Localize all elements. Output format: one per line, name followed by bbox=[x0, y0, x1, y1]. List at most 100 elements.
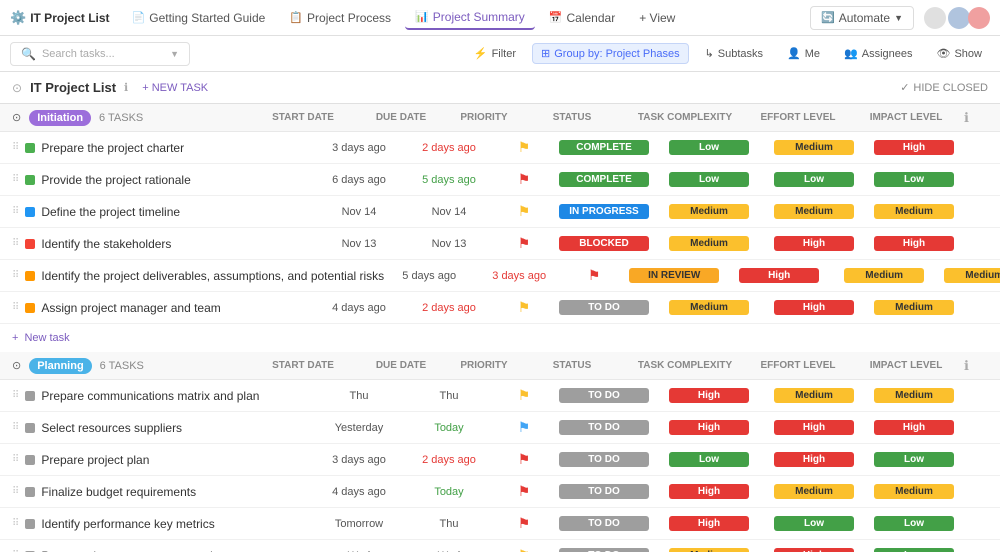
task-impact: Low bbox=[864, 172, 964, 187]
status-badge: BLOCKED bbox=[559, 236, 649, 251]
user-avatar-3[interactable] bbox=[968, 7, 990, 29]
task-label: Select resources suppliers bbox=[41, 421, 182, 435]
task-start-date: 4 days ago bbox=[314, 302, 404, 314]
task-name: ⠿ Prepare communications matrix and plan bbox=[12, 389, 314, 403]
status-badge: IN REVIEW bbox=[629, 268, 719, 283]
effort-badge: High bbox=[774, 548, 854, 552]
task-complexity: Medium bbox=[654, 204, 764, 219]
collapse-icon[interactable]: ⊙ bbox=[12, 81, 22, 95]
plus-icon: + bbox=[12, 332, 18, 344]
task-start-date: Thu bbox=[314, 390, 404, 402]
task-name: ⠿ Assign project manager and team bbox=[12, 301, 314, 315]
task-impact: Medium bbox=[864, 484, 964, 499]
tab-calendar[interactable]: 📅 Calendar bbox=[539, 7, 625, 29]
table-row[interactable]: ⠿ Identify performance key metrics Tomor… bbox=[0, 508, 1000, 540]
task-due-date: Today bbox=[404, 486, 494, 498]
tab-project-summary[interactable]: 📊 Project Summary bbox=[405, 6, 535, 30]
task-effort: Medium bbox=[764, 140, 864, 155]
task-color-dot bbox=[25, 175, 35, 185]
hide-closed-button[interactable]: ✓ HIDE CLOSED bbox=[900, 81, 988, 94]
new-task-row-initiation[interactable]: + New task bbox=[0, 324, 1000, 352]
table-row[interactable]: ⠿ Assign project manager and team 4 days… bbox=[0, 292, 1000, 324]
new-task-label: New task bbox=[24, 332, 69, 344]
effort-badge: High bbox=[774, 452, 854, 467]
task-label: Prepare project plan bbox=[41, 453, 149, 467]
phase-header-initiation: ⊙ Initiation 6 TASKS START DATE DUE DATE… bbox=[0, 104, 1000, 132]
me-button[interactable]: 👤 Me bbox=[779, 44, 828, 63]
impact-badge: Low bbox=[874, 516, 954, 531]
task-effort: High bbox=[764, 300, 864, 315]
filter-icon: ⚡ bbox=[474, 47, 488, 60]
show-button[interactable]: 👁 Show bbox=[929, 44, 991, 63]
phase-status-label: STATUS bbox=[522, 112, 622, 123]
impact-badge: High bbox=[874, 420, 954, 435]
user-avatar-2[interactable] bbox=[948, 7, 970, 29]
task-name: ⠿ Prepare the project charter bbox=[12, 141, 314, 155]
task-start-date: Nov 13 bbox=[314, 238, 404, 250]
task-due-date: 3 days ago bbox=[474, 270, 564, 282]
task-label: Identify the project deliverables, assum… bbox=[41, 269, 384, 283]
table-row[interactable]: ⠿ Define the project timeline Nov 14 Nov… bbox=[0, 196, 1000, 228]
task-due-date: Nov 14 bbox=[404, 206, 494, 218]
group-icon: ⊞ bbox=[541, 47, 550, 60]
phase-info-icon[interactable]: ℹ bbox=[964, 358, 988, 374]
task-label: Assign project manager and team bbox=[41, 301, 220, 315]
assignees-button[interactable]: 👥 Assignees bbox=[836, 44, 920, 63]
search-box[interactable]: 🔍 Search tasks... ▼ bbox=[10, 42, 190, 66]
subtasks-icon: ↳ bbox=[705, 47, 714, 60]
effort-badge: Medium bbox=[774, 484, 854, 499]
project-header: ⊙ IT Project List ℹ + NEW TASK ✓ HIDE CL… bbox=[0, 72, 1000, 104]
task-start-date: 4 days ago bbox=[314, 486, 404, 498]
task-color-dot bbox=[25, 303, 35, 313]
effort-badge: Low bbox=[774, 172, 854, 187]
table-row[interactable]: ⠿ Provide the project rationale 6 days a… bbox=[0, 164, 1000, 196]
tab-project-process[interactable]: 📋 Project Process bbox=[279, 7, 401, 29]
table-row[interactable]: ⠿ Select resources suppliers Yesterday T… bbox=[0, 412, 1000, 444]
impact-badge: Medium bbox=[874, 388, 954, 403]
task-color-dot bbox=[25, 487, 35, 497]
filter-button[interactable]: ⚡ Filter bbox=[466, 44, 524, 63]
status-badge: COMPLETE bbox=[559, 140, 649, 155]
task-start-date: Nov 14 bbox=[314, 206, 404, 218]
task-effort: High bbox=[764, 548, 864, 552]
drag-handle-icon: ⠿ bbox=[12, 174, 19, 185]
phase-toggle-initiation[interactable]: ⊙ bbox=[12, 111, 21, 124]
impact-badge: Medium bbox=[874, 204, 954, 219]
task-due-date: Thu bbox=[404, 390, 494, 402]
complexity-badge: Medium bbox=[669, 548, 749, 552]
task-complexity: High bbox=[654, 484, 764, 499]
task-name: ⠿ Select resources suppliers bbox=[12, 421, 314, 435]
tab-view[interactable]: + View bbox=[629, 7, 685, 29]
automate-button[interactable]: 🔄 Automate ▼ bbox=[810, 6, 914, 30]
task-complexity: Low bbox=[654, 172, 764, 187]
status-badge: COMPLETE bbox=[559, 172, 649, 187]
task-label: Finalize budget requirements bbox=[41, 485, 196, 499]
automate-icon: 🔄 bbox=[821, 11, 835, 24]
phase-priority-label: PRIORITY bbox=[454, 360, 514, 371]
complexity-badge: Medium bbox=[669, 300, 749, 315]
task-color-dot bbox=[25, 143, 35, 153]
impact-badge: Low bbox=[874, 172, 954, 187]
user-avatar-1[interactable] bbox=[924, 7, 946, 29]
task-due-date: Thu bbox=[404, 518, 494, 530]
task-priority: ⚑ bbox=[494, 387, 554, 404]
subtasks-button[interactable]: ↳ Subtasks bbox=[697, 44, 771, 63]
task-complexity: Low bbox=[654, 140, 764, 155]
table-row[interactable]: ⠿ Prepare communications matrix and plan… bbox=[0, 380, 1000, 412]
table-row[interactable]: ⠿ Prepare project plan 3 days ago 2 days… bbox=[0, 444, 1000, 476]
new-task-button[interactable]: + NEW TASK bbox=[136, 80, 214, 96]
phase-info-icon[interactable]: ℹ bbox=[964, 110, 988, 126]
table-row[interactable]: ⠿ Identify the stakeholders Nov 13 Nov 1… bbox=[0, 228, 1000, 260]
impact-badge: High bbox=[874, 140, 954, 155]
main-content: ⊙ Initiation 6 TASKS START DATE DUE DATE… bbox=[0, 104, 1000, 552]
table-row[interactable]: ⠿ Identify the project deliverables, ass… bbox=[0, 260, 1000, 292]
phase-toggle-planning[interactable]: ⊙ bbox=[12, 359, 21, 372]
complexity-badge: Medium bbox=[669, 236, 749, 251]
table-row[interactable]: ⠿ Prepare the project charter 3 days ago… bbox=[0, 132, 1000, 164]
table-row[interactable]: ⠿ Prepare change management plan Wed Wed… bbox=[0, 540, 1000, 552]
group-by-button[interactable]: ⊞ Group by: Project Phases bbox=[532, 43, 689, 64]
tab-getting-started[interactable]: 📄 Getting Started Guide bbox=[122, 7, 276, 29]
task-impact: Low bbox=[864, 452, 964, 467]
table-row[interactable]: ⠿ Finalize budget requirements 4 days ag… bbox=[0, 476, 1000, 508]
task-color-dot bbox=[25, 519, 35, 529]
